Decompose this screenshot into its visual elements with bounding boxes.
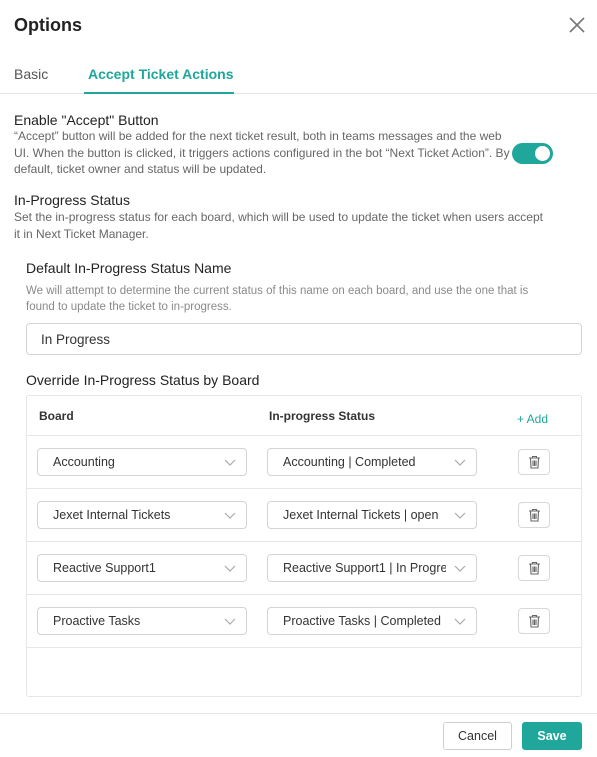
delete-row-button[interactable] xyxy=(518,555,550,581)
in-progress-description: Set the in-progress status for each boar… xyxy=(14,209,543,242)
chevron-down-icon xyxy=(224,565,236,572)
close-icon[interactable] xyxy=(567,15,587,35)
delete-row-button[interactable] xyxy=(518,502,550,528)
cancel-button[interactable]: Cancel xyxy=(443,722,512,750)
active-tab-indicator xyxy=(84,92,234,94)
default-status-description: We will attempt to determine the current… xyxy=(26,283,566,315)
delete-row-button[interactable] xyxy=(518,608,550,634)
trash-icon xyxy=(529,561,540,575)
trash-icon xyxy=(529,614,540,628)
default-status-description-line: We will attempt to determine the current… xyxy=(26,285,529,297)
accept-button-description-line: “Accept” button will be added for the ne… xyxy=(14,129,502,143)
table-row: Jexet Internal Tickets Jexet Internal Ti… xyxy=(27,489,581,542)
chevron-down-icon xyxy=(454,459,466,466)
toggle-knob xyxy=(535,146,550,161)
footer-divider xyxy=(0,713,597,714)
column-header-board: Board xyxy=(39,409,74,423)
status-select-value: Jexet Internal Tickets | open xyxy=(283,508,439,522)
tab-basic[interactable]: Basic xyxy=(14,66,48,82)
chevron-down-icon xyxy=(224,618,236,625)
board-select-value: Accounting xyxy=(53,455,115,469)
status-select[interactable]: Jexet Internal Tickets | open xyxy=(267,501,477,529)
default-status-title: Default In-Progress Status Name xyxy=(26,260,232,276)
status-select[interactable]: Reactive Support1 | In Progress xyxy=(267,554,477,582)
default-status-description-line: found to update the ticket to in-progres… xyxy=(26,301,232,313)
tab-bar: Basic Accept Ticket Actions xyxy=(0,58,597,94)
board-select-value: Reactive Support1 xyxy=(53,561,156,575)
in-progress-description-line: Set the in-progress status for each boar… xyxy=(14,210,543,224)
chevron-down-icon xyxy=(454,618,466,625)
status-select-value: Accounting | Completed xyxy=(283,455,416,469)
tab-accept-ticket-actions[interactable]: Accept Ticket Actions xyxy=(88,66,234,82)
override-table: Board In-progress Status + Add Accountin… xyxy=(26,395,582,697)
enable-accept-toggle[interactable] xyxy=(512,143,553,164)
status-select-value: Proactive Tasks | Completed xyxy=(283,614,441,628)
chevron-down-icon xyxy=(224,512,236,519)
override-title: Override In-Progress Status by Board xyxy=(26,372,260,388)
table-row: Proactive Tasks Proactive Tasks | Comple… xyxy=(27,595,581,648)
table-header: Board In-progress Status + Add xyxy=(27,396,581,436)
trash-icon xyxy=(529,455,540,469)
accept-button-description-line: default, ticket owner and status will be… xyxy=(14,162,267,176)
board-select[interactable]: Jexet Internal Tickets xyxy=(37,501,247,529)
status-select[interactable]: Proactive Tasks | Completed xyxy=(267,607,477,635)
save-button[interactable]: Save xyxy=(522,722,582,750)
delete-row-button[interactable] xyxy=(518,449,550,475)
trash-icon xyxy=(529,508,540,522)
add-row-button[interactable]: + Add xyxy=(517,412,548,426)
in-progress-description-line: it in Next Ticket Manager. xyxy=(14,226,149,241)
table-row: Accounting Accounting | Completed xyxy=(27,436,581,489)
status-select[interactable]: Accounting | Completed xyxy=(267,448,477,476)
board-select-value: Jexet Internal Tickets xyxy=(53,508,171,522)
board-select[interactable]: Proactive Tasks xyxy=(37,607,247,635)
board-select[interactable]: Accounting xyxy=(37,448,247,476)
status-select-value: Reactive Support1 | In Progress xyxy=(283,561,446,575)
accept-button-description-line: UI. When the button is clicked, it trigg… xyxy=(14,145,510,160)
chevron-down-icon xyxy=(454,565,466,572)
dialog-title: Options xyxy=(14,15,82,35)
in-progress-title: In-Progress Status xyxy=(14,192,130,208)
chevron-down-icon xyxy=(454,512,466,519)
board-select[interactable]: Reactive Support1 xyxy=(37,554,247,582)
table-row: Reactive Support1 Reactive Support1 | In… xyxy=(27,542,581,595)
accept-button-description: “Accept” button will be added for the ne… xyxy=(14,128,510,178)
default-status-input[interactable] xyxy=(26,323,582,355)
accept-button-title: Enable "Accept" Button xyxy=(14,112,159,128)
board-select-value: Proactive Tasks xyxy=(53,614,141,628)
column-header-status: In-progress Status xyxy=(269,409,376,423)
chevron-down-icon xyxy=(224,459,236,466)
